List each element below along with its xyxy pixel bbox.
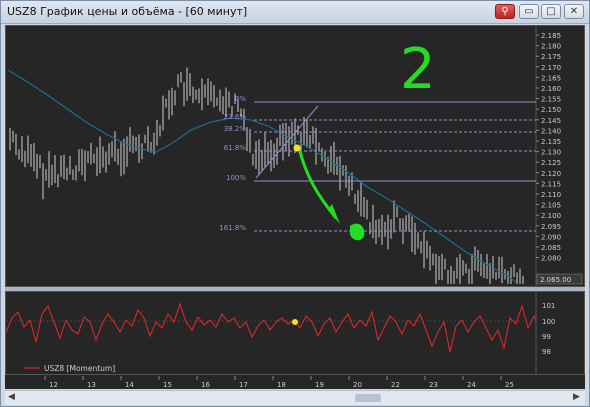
price-axis-label: 2.080	[541, 255, 561, 263]
title-bar[interactable]: USZ8 График цены и объёма - [60 минут] ⚲…	[1, 1, 589, 24]
price-axis: 2.185 2.180 2.175 2.170 2.165 2.160 2.155 2.150…	[536, 32, 561, 263]
close-button[interactable]: ✕	[564, 4, 584, 19]
scroll-right-arrow[interactable]: ▶	[573, 392, 580, 402]
window-title: USZ8 График цены и объёма - [60 минут]	[7, 5, 248, 18]
time-axis-label: 17	[239, 381, 248, 389]
time-axis-label: 20	[353, 381, 362, 389]
price-axis-label: 2.085	[541, 244, 561, 252]
time-axis-label: 25	[505, 381, 514, 389]
time-axis-label: 16	[201, 381, 210, 389]
price-axis-label: 2.100	[541, 212, 561, 220]
time-axis-label: 23	[429, 381, 438, 389]
momentum-axis-100: 100	[542, 318, 555, 326]
chart-window: USZ8 График цены и объёма - [60 минут] ⚲…	[0, 0, 590, 407]
price-bars	[9, 67, 524, 284]
price-axis-label: 2.125	[541, 159, 561, 167]
time-axis-label: 12	[49, 381, 58, 389]
yellow-marker-momentum	[292, 319, 298, 325]
time-axis-label: 14	[125, 381, 134, 389]
time-axis: 12 13 14 15 16 17 18 19 20 22 23 24 25	[5, 375, 585, 389]
price-axis-label: 2.115	[541, 180, 561, 188]
fib-label-0: 0%	[235, 95, 246, 103]
price-axis-label: 2.160	[541, 85, 561, 93]
time-axis-label: 15	[163, 381, 172, 389]
price-axis-label: 2.130	[541, 149, 561, 157]
yellow-marker	[293, 144, 301, 152]
fib-label-61: 61.8%	[224, 144, 247, 152]
price-axis-label: 2.135	[541, 138, 561, 146]
momentum-axis-98: 98	[542, 348, 551, 356]
price-axis-label: 2.175	[541, 53, 561, 61]
price-axis-label: 2.110	[541, 191, 561, 199]
price-axis-label: 2.145	[541, 117, 561, 125]
fibonacci-retracement: 0% 23.6% 38.2% 61.8% 100% 161.8%	[219, 95, 536, 232]
momentum-axis-101: 101	[542, 302, 555, 310]
momentum-line	[5, 302, 537, 353]
momentum-axis-99: 99	[542, 333, 551, 341]
price-axis-label: 2.180	[541, 43, 561, 51]
fib-label-38: 38.2%	[224, 125, 247, 133]
scroll-thumb[interactable]	[355, 394, 381, 402]
pin-button[interactable]: ⚲	[495, 4, 515, 19]
time-axis-label: 13	[87, 381, 96, 389]
price-chart-canvas: 0% 23.6% 38.2% 61.8% 100% 161.8% 2 2.185…	[7, 26, 583, 286]
price-axis-label: 2.185	[541, 32, 561, 40]
minimize-button[interactable]: ▭	[519, 4, 539, 19]
price-axis-label: 2.155	[541, 96, 561, 104]
momentum-legend: USZ8 [Momentum]	[44, 364, 115, 373]
maximize-button[interactable]: □	[541, 4, 561, 19]
time-axis-label: 24	[467, 381, 476, 389]
price-chart[interactable]: 0% 23.6% 38.2% 61.8% 100% 161.8% 2 2.185…	[5, 25, 585, 287]
fib-label-100: 100%	[226, 174, 246, 182]
time-axis-label: 18	[277, 381, 286, 389]
handwritten-annotation: 2	[400, 37, 436, 102]
price-axis-label: 2.120	[541, 170, 561, 178]
price-axis-label: 2.170	[541, 64, 561, 72]
current-price-label: 2.065.00	[540, 276, 571, 284]
price-axis-label: 2.095	[541, 223, 561, 231]
fib-label-23: 23.6%	[224, 113, 247, 121]
scroll-left-arrow[interactable]: ◀	[8, 392, 15, 402]
horizontal-scrollbar[interactable]: ◀ ▶	[5, 390, 585, 405]
price-axis-label: 2.090	[541, 233, 561, 241]
fib-label-161: 161.8%	[219, 224, 246, 232]
time-axis-label: 22	[391, 381, 400, 389]
price-axis-label: 2.150	[541, 106, 561, 114]
momentum-pane[interactable]: 101 100 99 98 USZ8 [Momentum]	[5, 291, 585, 375]
momentum-canvas: 101 100 99 98 USZ8 [Momentum]	[5, 292, 555, 374]
price-axis-label: 2.165	[541, 74, 561, 82]
time-axis-label: 19	[315, 381, 324, 389]
price-axis-label: 2.140	[541, 127, 561, 135]
price-axis-label: 2.105	[541, 202, 561, 210]
